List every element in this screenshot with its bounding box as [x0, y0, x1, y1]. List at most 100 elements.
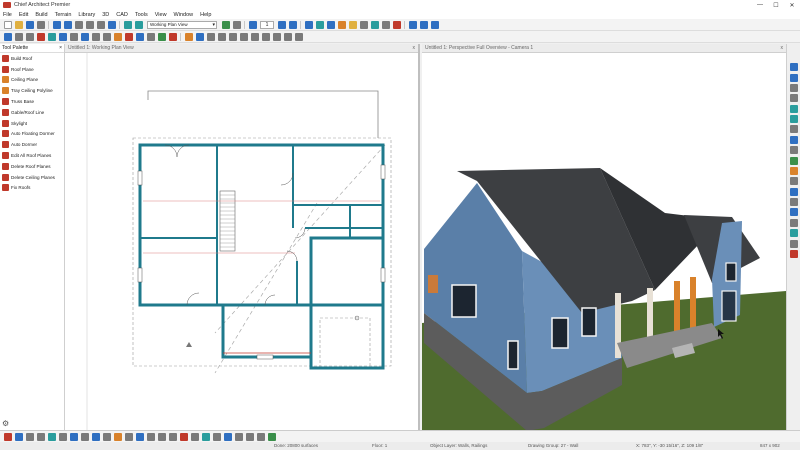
floor-down-icon[interactable]: [248, 20, 257, 29]
roof-directive-icon[interactable]: [179, 432, 188, 441]
plan-view-close-icon[interactable]: x: [413, 45, 416, 51]
eraser-icon[interactable]: [392, 20, 401, 29]
grid-icon[interactable]: [294, 32, 303, 41]
stairs-icon[interactable]: [102, 32, 111, 41]
pencil-icon[interactable]: [184, 32, 193, 41]
menu-cad[interactable]: CAD: [116, 12, 128, 18]
center-object-icon[interactable]: [124, 432, 133, 441]
maximize-button[interactable]: ☐: [768, 0, 784, 10]
menu-file[interactable]: File: [3, 12, 12, 18]
print-icon[interactable]: [36, 20, 45, 29]
edit-area-icon[interactable]: [14, 32, 23, 41]
perspective-icon[interactable]: [326, 20, 335, 29]
sequence-icon[interactable]: [135, 432, 144, 441]
gear-icon[interactable]: ⚙: [2, 419, 9, 428]
railing-icon[interactable]: [47, 32, 56, 41]
floor-number-field[interactable]: 1: [260, 20, 274, 29]
spline-icon[interactable]: [272, 32, 281, 41]
menu-terrain[interactable]: Terrain: [55, 12, 72, 18]
overview-icon[interactable]: [337, 20, 346, 29]
tool-truss-base[interactable]: Truss Base: [0, 96, 64, 107]
snap-icon[interactable]: [789, 187, 798, 196]
save-icon[interactable]: [25, 20, 34, 29]
camera-view-icon[interactable]: [134, 20, 143, 29]
view-icon[interactable]: [123, 20, 132, 29]
roof-tool-icon[interactable]: [124, 32, 133, 41]
undo-zoom-icon[interactable]: [789, 135, 798, 144]
orbit-icon[interactable]: [789, 104, 798, 113]
copy-icon[interactable]: [85, 20, 94, 29]
rotate-icon[interactable]: [47, 432, 56, 441]
object-snap-icon[interactable]: [789, 218, 798, 227]
menu-window[interactable]: Window: [174, 12, 194, 18]
grid-snap-icon[interactable]: [789, 198, 798, 207]
wall-tool-icon[interactable]: [36, 32, 45, 41]
minimize-button[interactable]: —: [752, 0, 768, 10]
electrical-icon[interactable]: [168, 32, 177, 41]
render-icon[interactable]: [359, 20, 368, 29]
display-toggle-icon[interactable]: [190, 432, 199, 441]
angle-snap-icon[interactable]: [789, 208, 798, 217]
text-style-icon[interactable]: [381, 20, 390, 29]
undo-icon[interactable]: [52, 20, 61, 29]
3d-view-icon[interactable]: [789, 229, 798, 238]
arc-icon[interactable]: [250, 32, 259, 41]
menu-edit[interactable]: Edit: [19, 12, 28, 18]
3d-perspective-canvas[interactable]: [422, 53, 786, 430]
menu-help[interactable]: Help: [200, 12, 211, 18]
pan-icon[interactable]: [789, 94, 798, 103]
box-icon[interactable]: [283, 32, 292, 41]
fill-window-icon[interactable]: [789, 83, 798, 92]
perspective-view-close-icon[interactable]: x: [781, 45, 784, 51]
perspective-view-tab[interactable]: Untitled 1: Perspective Full Overview - …: [422, 44, 786, 53]
zoom-out-icon[interactable]: [789, 73, 798, 82]
library-icon[interactable]: [135, 32, 144, 41]
refresh-icon[interactable]: [789, 146, 798, 155]
align-icon[interactable]: [80, 432, 89, 441]
transform-icon[interactable]: [91, 432, 100, 441]
terrain-icon[interactable]: [146, 32, 155, 41]
layer-icon[interactable]: [221, 20, 230, 29]
menu-library[interactable]: Library: [78, 12, 95, 18]
window-tool-icon[interactable]: [80, 32, 89, 41]
open-object-icon[interactable]: [14, 432, 23, 441]
group-select-icon[interactable]: [25, 32, 34, 41]
multiple-copy-icon[interactable]: [102, 432, 111, 441]
cabinet-icon[interactable]: [91, 32, 100, 41]
camera-icon[interactable]: [789, 166, 798, 175]
paste-icon[interactable]: [96, 20, 105, 29]
text-tool-icon[interactable]: [789, 177, 798, 186]
lock-icon[interactable]: [234, 432, 243, 441]
delete-icon[interactable]: [3, 432, 12, 441]
menu-build[interactable]: Build: [35, 12, 47, 18]
tool-delete-roof-planes[interactable]: Delete Roof Planes: [0, 161, 64, 172]
break-line-icon[interactable]: [146, 432, 155, 441]
door-icon[interactable]: [69, 32, 78, 41]
close-icon[interactable]: ×: [59, 45, 62, 51]
open-folder-icon[interactable]: [14, 20, 23, 29]
callout-icon[interactable]: [217, 32, 226, 41]
object-info-icon[interactable]: [212, 432, 221, 441]
swap-view-icon[interactable]: [789, 125, 798, 134]
tool-gable-roof-line[interactable]: Gable/Roof Line: [0, 107, 64, 118]
menu-3d[interactable]: 3D: [102, 12, 109, 18]
plan-options-icon[interactable]: [789, 249, 798, 258]
point-to-point-icon[interactable]: [113, 432, 122, 441]
tool-delete-ceiling-planes[interactable]: Delete Ceiling Planes: [0, 172, 64, 183]
send-back-icon[interactable]: [256, 432, 265, 441]
reflect-icon[interactable]: [58, 432, 67, 441]
split-view-icon[interactable]: [430, 20, 439, 29]
help-icon[interactable]: [107, 20, 116, 29]
tool-fix-roofs[interactable]: Fix Roofs: [0, 183, 64, 194]
zoom-in-icon[interactable]: [789, 63, 798, 72]
add-to-library-icon[interactable]: [223, 432, 232, 441]
view-select[interactable]: Working Plan View ▾: [147, 20, 217, 29]
move-icon[interactable]: [36, 432, 45, 441]
menu-tools[interactable]: Tools: [135, 12, 148, 18]
elevation-icon[interactable]: [315, 20, 324, 29]
floor-up-icon[interactable]: [277, 20, 286, 29]
plan-view-tab[interactable]: Untitled 1: Working Plan View x: [65, 44, 418, 53]
text-icon[interactable]: [206, 32, 215, 41]
framing-icon[interactable]: [113, 32, 122, 41]
display-options-icon[interactable]: [789, 239, 798, 248]
